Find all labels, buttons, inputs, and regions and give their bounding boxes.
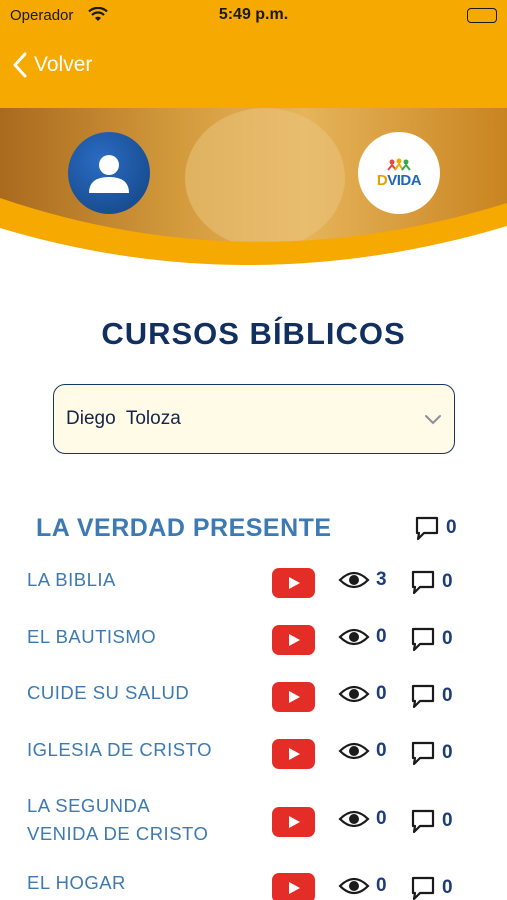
eye-icon [338,810,370,828]
section-comments-button[interactable]: 0 [414,515,457,541]
comment-count: 0 [442,571,453,592]
lesson-comments-button[interactable]: 0 [410,808,453,834]
chevron-left-icon [13,52,27,78]
profile-avatar-button[interactable] [68,132,150,214]
comment-icon [411,741,435,766]
comment-count: 0 [442,628,453,649]
lesson-title[interactable]: IGLESIA DE CRISTO [27,736,212,764]
youtube-play-button[interactable] [272,682,315,712]
lesson-title[interactable]: LA BIBLIA [27,566,116,594]
battery-icon [467,8,497,23]
play-icon [288,816,300,828]
lesson-views: 3 [338,569,387,591]
student-select-value: Diego Toloza [66,408,181,429]
eye-icon [338,628,370,646]
status-bar: Operador 5:49 p.m. [0,0,507,32]
student-select[interactable]: Diego Toloza [53,384,455,454]
comment-count: 0 [442,685,453,706]
lesson-views: 0 [338,875,387,897]
lesson-views: 0 [338,683,387,705]
comment-count: 0 [442,810,453,831]
user-icon [89,155,129,193]
comment-count: 0 [442,877,453,898]
lesson-comments-button[interactable]: 0 [410,683,453,709]
view-count: 0 [376,875,387,896]
lesson-comments-button[interactable]: 0 [410,875,453,900]
view-count: 0 [376,683,387,704]
play-icon [288,748,300,760]
lesson-title[interactable]: CUIDE SU SALUD [27,679,189,707]
lesson-title[interactable]: EL BAUTISMO [27,623,156,651]
comment-icon [411,684,435,709]
page-title: CURSOS BÍBLICOS [101,316,406,351]
view-count: 0 [376,626,387,647]
lesson-comments-button[interactable]: 0 [410,626,453,652]
eye-icon [338,742,370,760]
eye-icon [338,685,370,703]
comment-count: 0 [442,742,453,763]
eye-icon [338,877,370,895]
lesson-comments-button[interactable]: 0 [410,569,453,595]
youtube-play-button[interactable] [272,568,315,598]
dvida-logo: DVIDA [358,132,440,214]
back-label: Volver [34,53,93,76]
view-count: 0 [376,808,387,829]
lesson-views: 0 [338,626,387,648]
youtube-play-button[interactable] [272,873,315,900]
play-icon [288,882,300,894]
play-icon [288,691,300,703]
comment-icon [415,516,439,541]
comment-icon [411,570,435,595]
back-button[interactable]: Volver [12,52,92,78]
lesson-views: 0 [338,740,387,762]
status-time: 5:49 p.m. [218,6,289,23]
comment-icon [411,809,435,834]
youtube-play-button[interactable] [272,625,315,655]
view-count: 3 [376,569,387,590]
lesson-title[interactable]: EL HOGAR [27,869,126,897]
chevron-down-icon [425,415,441,425]
lesson-comments-button[interactable]: 0 [410,740,453,766]
play-icon [288,577,300,589]
logo-figures-icon [387,158,411,171]
section-comment-count: 0 [446,517,457,538]
nav-bar: Volver [0,32,507,108]
view-count: 0 [376,740,387,761]
eye-icon [338,571,370,589]
comment-icon [411,876,435,900]
lesson-views: 0 [338,808,387,830]
youtube-play-button[interactable] [272,807,315,837]
lesson-title[interactable]: LA SEGUNDA VENIDA DE CRISTO [27,792,208,848]
comment-icon [411,627,435,652]
logo-text: DVIDA [376,171,422,189]
play-icon [288,634,300,646]
youtube-play-button[interactable] [272,739,315,769]
section-title: LA VERDAD PRESENTE [36,514,332,542]
